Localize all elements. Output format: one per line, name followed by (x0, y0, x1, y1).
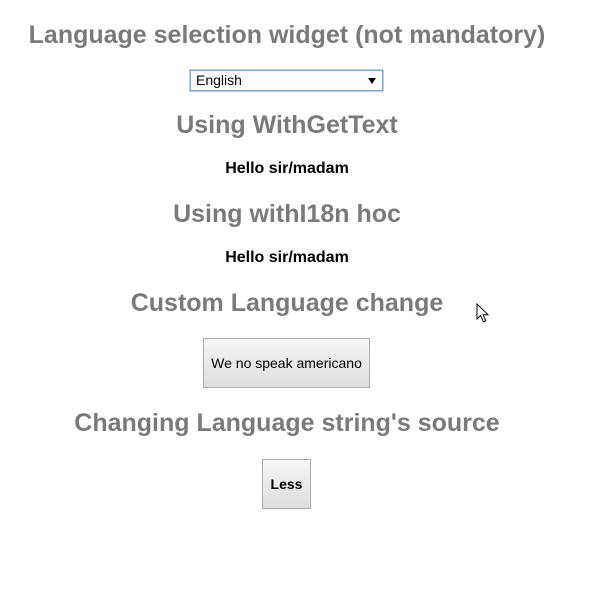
chevron-down-icon (368, 78, 376, 84)
less-button[interactable]: Less (262, 459, 311, 509)
language-select-value: English (196, 72, 242, 88)
i18n-hoc-heading: Using withI18n hoc (173, 200, 401, 228)
i18n-hoc-greeting: Hello sir/madam (225, 249, 349, 266)
we-no-speak-americano-button[interactable]: We no speak americano (203, 338, 370, 388)
mouse-cursor-icon (476, 303, 490, 323)
gettext-heading: Using WithGetText (176, 111, 398, 139)
language-select[interactable]: English (190, 70, 383, 91)
language-source-heading: Changing Language string's source (74, 409, 500, 437)
gettext-greeting: Hello sir/madam (225, 160, 349, 177)
language-widget-heading: Language selection widget (not mandatory… (28, 21, 546, 49)
